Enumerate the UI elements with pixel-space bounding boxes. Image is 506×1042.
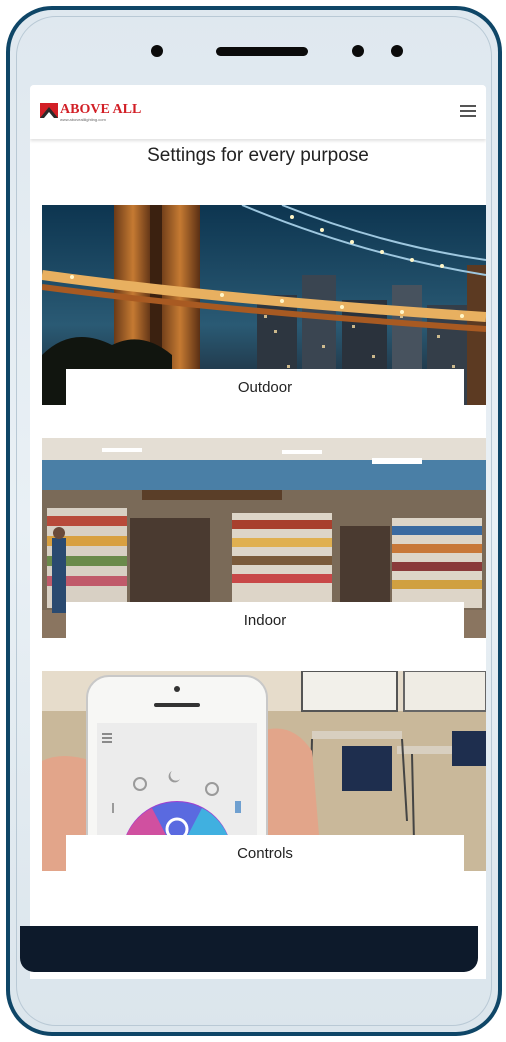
site-header: ABOVE ALL www.abovealllighting.com xyxy=(30,85,486,139)
front-camera-dot xyxy=(151,45,163,57)
sensor-dot-right xyxy=(391,45,403,57)
earpiece-speaker xyxy=(216,47,308,56)
page: ABOVE ALL www.abovealllighting.com Setti… xyxy=(0,0,506,1042)
phone-screen: ABOVE ALL www.abovealllighting.com Setti… xyxy=(30,85,486,979)
card-label-indoor: Indoor xyxy=(66,602,464,638)
site-footer-bar xyxy=(20,926,478,972)
sensor-dot-left xyxy=(352,45,364,57)
hamburger-icon[interactable] xyxy=(460,105,476,119)
card-label-controls: Controls xyxy=(66,835,464,871)
card-controls[interactable]: Controls xyxy=(42,671,486,871)
card-outdoor[interactable]: Outdoor xyxy=(42,205,486,405)
brand-logo[interactable]: ABOVE ALL www.abovealllighting.com xyxy=(40,99,170,125)
card-indoor[interactable]: Indoor xyxy=(42,438,486,638)
logo-text: ABOVE ALL xyxy=(60,102,142,117)
phone-mockup: ABOVE ALL www.abovealllighting.com Setti… xyxy=(6,6,502,1036)
section-heading: Settings for every purpose xyxy=(147,145,369,166)
logo-mark-icon xyxy=(40,103,58,118)
logo-subtext: www.abovealllighting.com xyxy=(60,117,106,122)
card-label-outdoor: Outdoor xyxy=(66,369,464,405)
